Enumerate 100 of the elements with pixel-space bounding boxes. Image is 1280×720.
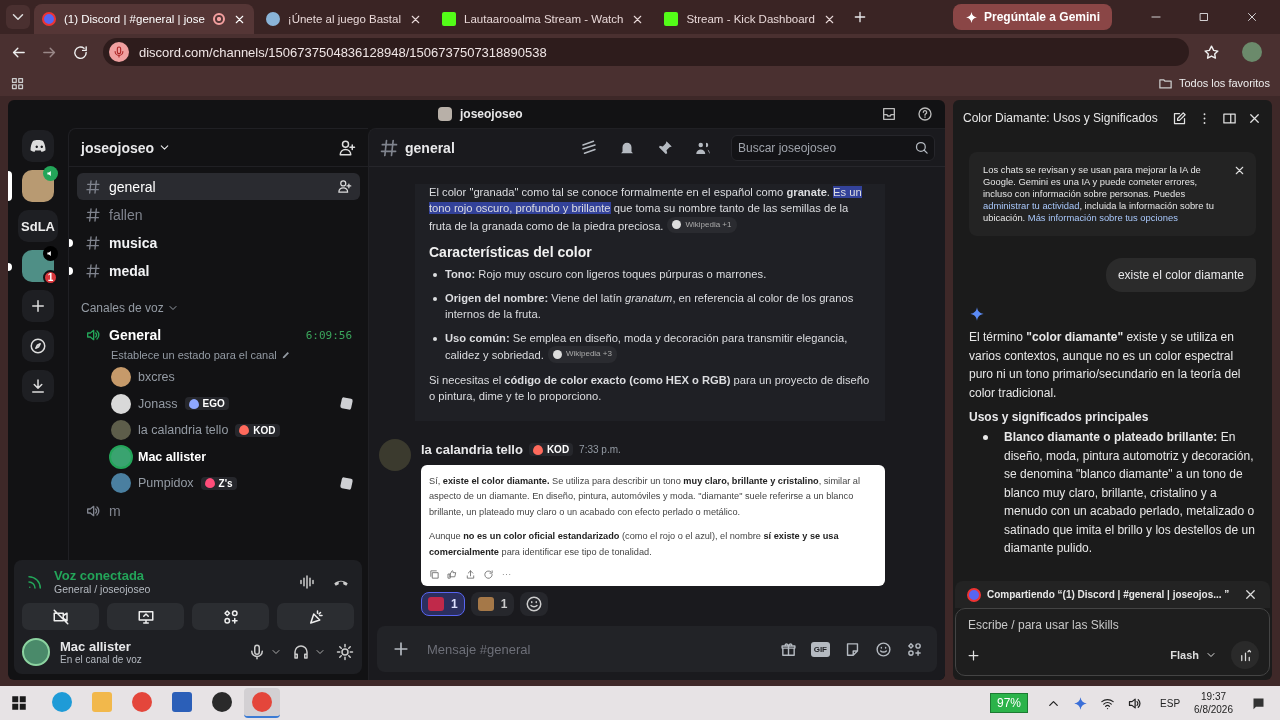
compass-icon — [29, 337, 47, 355]
answer-heading: Usos y significados principales — [969, 410, 1150, 424]
gift-icon[interactable] — [779, 640, 797, 658]
close-icon[interactable] — [1243, 587, 1258, 602]
user-avatar[interactable] — [22, 638, 50, 666]
microphone-icon[interactable] — [248, 643, 266, 661]
add-reaction-button[interactable] — [520, 592, 549, 616]
source-link[interactable]: Wikipedia +3 — [547, 346, 617, 363]
answer-text: El término "color diamante" existe y se utiliza en varios contextos, aunque no es un color espectral puro ni un tono primario/secundario en la teoría del color tradicional. — [969, 329, 1242, 402]
hash-icon — [85, 234, 101, 251]
browser-tab[interactable]: ¡Únete al juego Bastal — [257, 4, 430, 34]
inbox-icon[interactable] — [881, 106, 897, 122]
start-icon[interactable] — [10, 694, 28, 712]
notice-text: Los chats se revisan y se usan para mejorar la IA de Google. Gemini es una IA y puede cometer errores, incluso con información sobre personas. Puedes administrar tu actividad, incluida la información sobre tu ubicación. Más información sobre tus opciones — [983, 164, 1215, 224]
bullet-dot — [433, 336, 437, 341]
browser-tab[interactable]: Stream - Kick Dashboard — [656, 4, 844, 34]
channel-status-hint[interactable]: Establece un estado para el canal — [111, 349, 277, 361]
reaction-button[interactable]: 1 — [421, 592, 465, 616]
unread-indicator — [69, 267, 73, 275]
add-server-button[interactable] — [22, 290, 54, 322]
channel-item[interactable]: fallen — [77, 201, 360, 228]
add-user-icon[interactable] — [338, 138, 356, 157]
browser-tab[interactable]: Lautaarooalma Stream - Watch — [434, 4, 653, 34]
tab-title: (1) Discord | #general | jose — [64, 13, 205, 25]
activities-button[interactable] — [192, 603, 269, 630]
screen-share-button[interactable] — [107, 603, 184, 630]
voice-channel-item[interactable]: General — [109, 327, 298, 343]
channel-item[interactable]: medal — [77, 257, 360, 284]
side-panel-icon[interactable] — [1222, 110, 1237, 126]
clock-time[interactable]: 19:37 — [1201, 690, 1227, 703]
author-name[interactable]: la calandria tello — [421, 442, 523, 457]
app-icon — [52, 692, 72, 712]
camera-off-button[interactable] — [22, 603, 99, 630]
close-icon[interactable] — [1233, 164, 1246, 177]
message-heading: Características del color — [429, 243, 593, 261]
home-button[interactable] — [22, 130, 54, 162]
source-link[interactable]: Wikipedia +1 — [667, 216, 737, 233]
search-icon[interactable] — [914, 139, 929, 155]
bullet-dot — [433, 273, 437, 278]
share-icon — [465, 569, 476, 580]
headphones-icon[interactable] — [292, 643, 310, 661]
close-icon[interactable] — [1245, 10, 1259, 24]
maximize-icon[interactable] — [1197, 10, 1211, 24]
reaction-button[interactable]: 1 — [470, 592, 515, 616]
voice-channel-link[interactable]: General / joseojoseo — [54, 583, 282, 595]
member-name[interactable]: Jonass — [138, 396, 178, 411]
search-field[interactable]: Buscar joseojoseo — [731, 134, 935, 161]
plus-icon[interactable] — [966, 647, 981, 663]
download-button[interactable] — [22, 370, 54, 402]
prompt-field[interactable]: Escribe / para usar las Skills Flash — [955, 608, 1270, 676]
server-icon[interactable]: SdLA — [18, 210, 58, 242]
refresh-icon — [483, 569, 494, 580]
soundboard-button[interactable] — [277, 603, 354, 630]
voice-mode-button[interactable] — [1231, 641, 1259, 669]
list-item-text: Origen del nombre: Viene del latín granatum, en referencia al color de los granos internos de la fruta. — [445, 290, 855, 323]
member-name[interactable]: Pumpidox — [138, 476, 194, 491]
user-message: existe el color diamante — [1105, 258, 1256, 292]
voice-channel-item[interactable]: m — [109, 502, 352, 519]
browser-tab[interactable]: (1) Discord | #general | jose — [34, 4, 254, 34]
settings-icon[interactable] — [336, 643, 354, 661]
member-name[interactable]: la calandria tello — [138, 423, 229, 438]
model-selector[interactable]: Flash — [1170, 649, 1199, 661]
notice-link[interactable]: Más información sobre tus opciones — [1027, 212, 1178, 223]
list-item-text: Uso común: Se emplea en diseño, moda y decoración para transmitir elegancia, calidez y sobriedad. Wikipedia +3 — [445, 330, 849, 364]
globe-icon — [265, 12, 280, 26]
add-user-icon[interactable] — [337, 179, 352, 194]
member-name[interactable]: bxcres — [138, 370, 175, 385]
gif-button[interactable]: GIF — [810, 641, 830, 657]
bookmarks-folder[interactable]: Todos los favoritos — [1178, 77, 1270, 89]
server-name[interactable]: joseojoseo — [81, 139, 155, 156]
language-indicator[interactable]: ESP — [1160, 697, 1181, 709]
apps-icon[interactable] — [906, 640, 923, 658]
app-icon — [172, 692, 192, 712]
pin-icon[interactable] — [656, 138, 674, 157]
game-activity-icon — [340, 397, 353, 411]
category-label[interactable]: Canales de voz — [81, 301, 164, 315]
gemini-button[interactable]: Pregúntale a Gemini — [952, 4, 1112, 30]
channel-title: general — [405, 139, 455, 156]
microphone-icon — [109, 42, 129, 62]
waveform-icon[interactable] — [298, 572, 316, 591]
reload-icon[interactable] — [72, 43, 89, 61]
pencil-icon[interactable] — [280, 350, 291, 360]
channel-item[interactable]: musica — [77, 229, 360, 256]
unread-indicator — [69, 239, 73, 247]
threads-icon[interactable] — [580, 138, 598, 157]
app-icon — [212, 692, 232, 712]
bookmark-star-icon[interactable] — [1203, 43, 1220, 61]
voice-status: Voz conectada — [54, 568, 146, 583]
message-field[interactable]: Mensaje #general GIF — [377, 626, 937, 672]
clock-date[interactable]: 6/8/2026 — [1194, 703, 1233, 716]
member-name[interactable]: Mac allister — [138, 449, 207, 464]
address-field[interactable]: discord.com/channels/1506737504836128948/1506737507318890538 — [103, 38, 1189, 66]
apps-grid-icon[interactable] — [10, 75, 25, 91]
explore-button[interactable] — [22, 330, 54, 362]
channel-item[interactable]: general — [77, 173, 360, 200]
profile-avatar[interactable] — [1242, 42, 1262, 62]
tab-list-button[interactable] — [6, 5, 30, 29]
sparkle-icon[interactable] — [1073, 695, 1089, 711]
help-icon[interactable] — [917, 106, 933, 122]
new-chat-icon[interactable] — [1172, 110, 1187, 126]
